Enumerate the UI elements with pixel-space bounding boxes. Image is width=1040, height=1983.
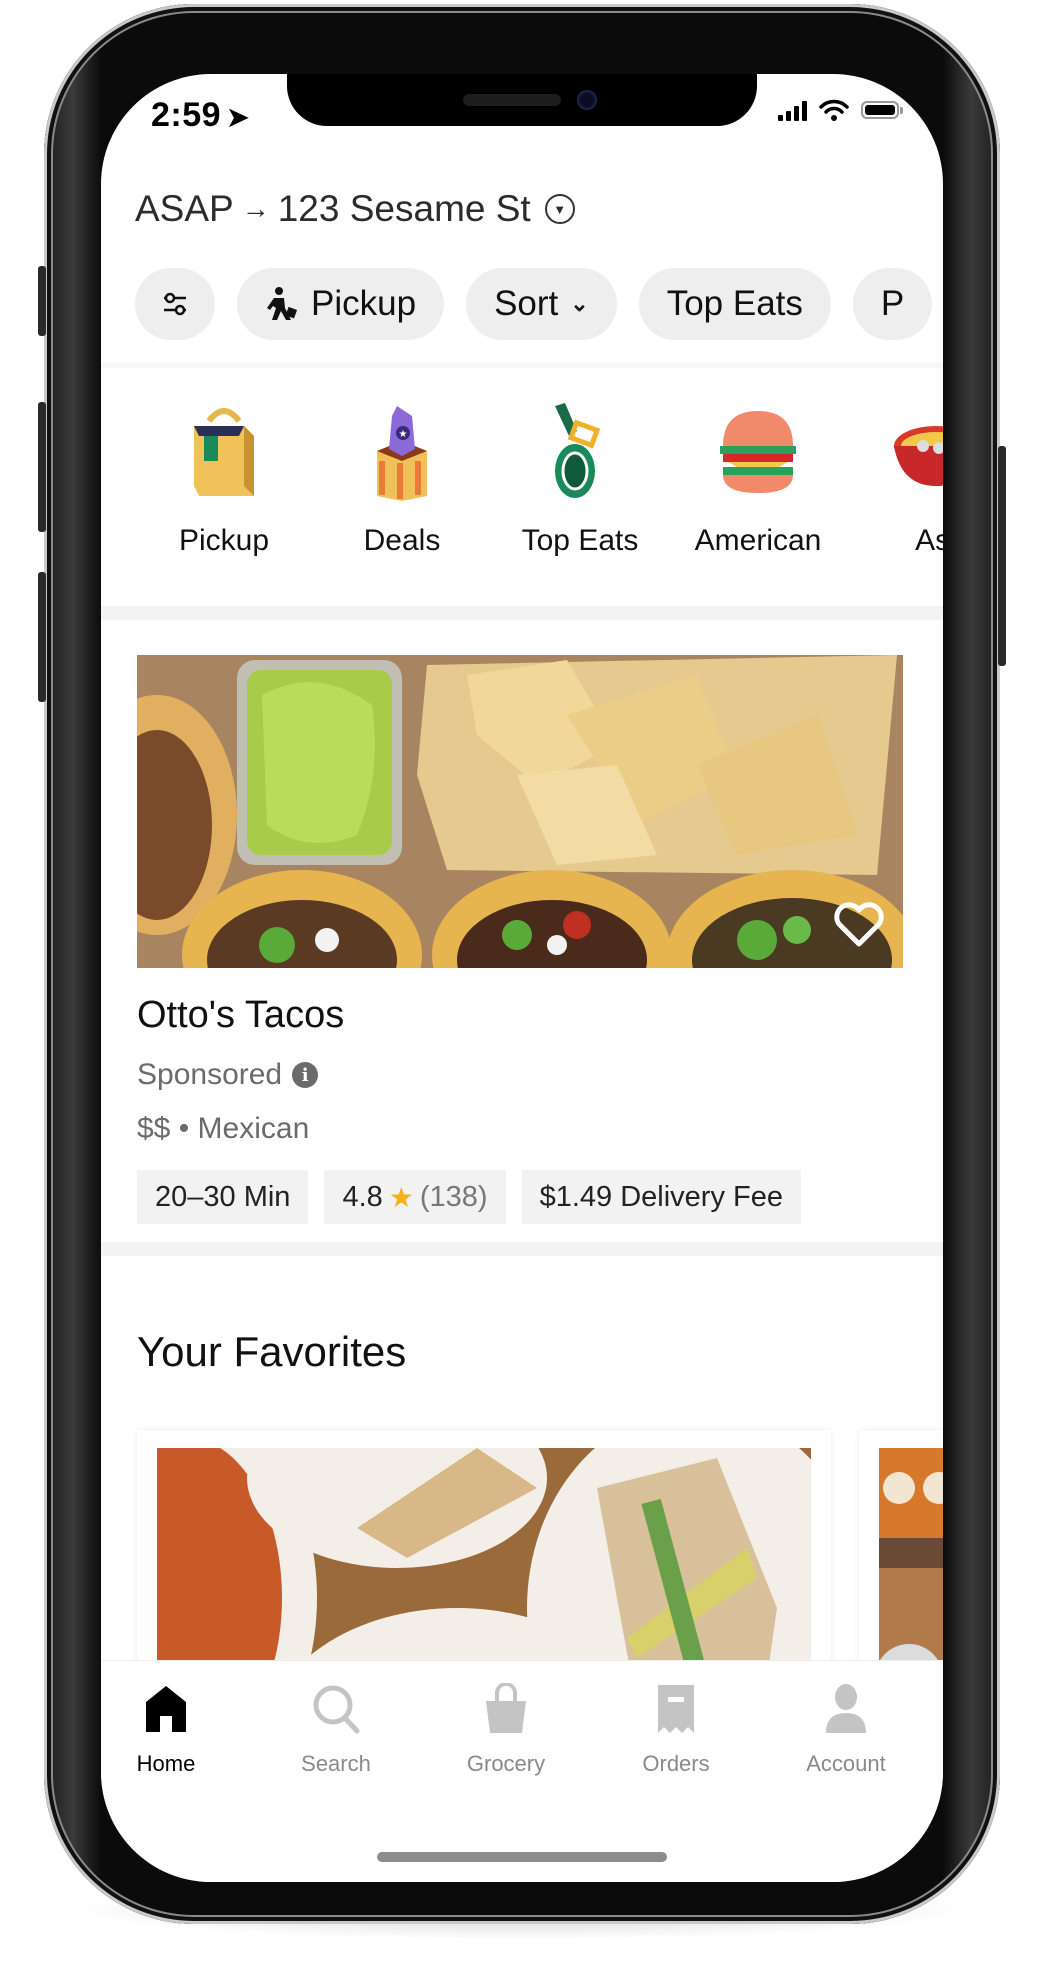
grocery-bag-icon xyxy=(476,1681,536,1737)
tab-orders[interactable]: Orders xyxy=(601,1681,751,1777)
tab-search[interactable]: Search xyxy=(261,1681,411,1777)
info-icon[interactable]: i xyxy=(292,1062,319,1088)
tab-label: Search xyxy=(301,1751,371,1776)
store-name[interactable]: Otto's Tacos xyxy=(137,994,344,1037)
filter-sliders-icon xyxy=(164,292,186,316)
category-row: Pickup ★ Deals Top Eats American As xyxy=(135,396,943,558)
search-icon xyxy=(306,1681,366,1737)
burger-icon xyxy=(703,396,813,506)
chevron-down-icon: ⌄ xyxy=(570,291,589,316)
pickup-chip-label: Pickup xyxy=(311,284,417,323)
address-label: 123 Sesame St xyxy=(277,188,531,229)
rating-value: 4.8 xyxy=(342,1180,383,1213)
noodle-bowl-icon xyxy=(881,396,943,506)
filter-chip-row: Pickup Sort ⌄ Top Eats P xyxy=(135,268,933,340)
sponsored-label: Sponsored i xyxy=(137,1058,319,1092)
star-icon: ★ xyxy=(388,1181,414,1213)
tab-grocery[interactable]: Grocery xyxy=(431,1681,581,1777)
partial-chip[interactable]: P xyxy=(852,268,933,340)
store-badges: 20–30 Min 4.8 ★ (138) $1.49 Delivery Fee xyxy=(137,1170,801,1224)
wifi-icon xyxy=(819,99,849,121)
battery-icon xyxy=(861,101,903,119)
price-cuisine: $$ • Mexican xyxy=(137,1112,310,1145)
category-pickup[interactable]: Pickup xyxy=(135,396,313,558)
delivery-time-label: ASAP xyxy=(135,188,234,229)
tab-label: Home xyxy=(136,1751,196,1776)
speaker xyxy=(463,94,561,106)
delivery-time-badge: 20–30 Min xyxy=(137,1170,309,1224)
delivery-time: 20–30 Min xyxy=(155,1180,291,1213)
category-deals[interactable]: ★ Deals xyxy=(313,396,491,558)
dropdown-circle-icon[interactable]: ▼ xyxy=(544,194,575,224)
bottom-tab-bar: Home Search Grocery Orders Account xyxy=(101,1660,943,1882)
app-screen: 2:59 ➤ ASAP → 123 Sesame St ▼ Pickup Sor… xyxy=(101,74,943,1882)
category-label: Pickup xyxy=(178,524,270,557)
rating-badge: 4.8 ★ (138) xyxy=(324,1170,506,1224)
cellular-signal-icon xyxy=(778,99,807,121)
top-eats-chip-label: Top Eats xyxy=(666,284,803,323)
arrow-icon: → xyxy=(241,193,270,224)
divider xyxy=(101,606,943,620)
notch xyxy=(287,74,757,126)
category-label: Top Eats xyxy=(521,524,639,557)
tab-label: Grocery xyxy=(466,1751,546,1776)
tab-label: Account xyxy=(806,1751,886,1776)
sort-chip[interactable]: Sort ⌄ xyxy=(466,268,617,340)
location-arrow-icon: ➤ xyxy=(227,102,250,132)
category-asian[interactable]: Asi xyxy=(847,396,943,558)
home-icon xyxy=(136,1681,196,1737)
power-button xyxy=(998,446,1006,666)
sponsored-text: Sponsored xyxy=(137,1058,283,1091)
shopping-bag-icon xyxy=(169,396,279,506)
category-label: American xyxy=(694,524,822,557)
silent-switch xyxy=(38,266,46,336)
category-label: Deals xyxy=(363,524,441,557)
category-american[interactable]: American xyxy=(669,396,847,558)
delivery-fee: $1.49 Delivery Fee xyxy=(539,1180,783,1213)
divider xyxy=(101,1242,943,1256)
home-indicator[interactable] xyxy=(377,1852,667,1862)
status-time: 2:59 ➤ xyxy=(151,96,249,135)
pickup-chip[interactable]: Pickup xyxy=(237,268,445,340)
tacos-photo xyxy=(137,655,903,968)
delivery-address-selector[interactable]: ASAP → 123 Sesame St ▼ xyxy=(135,188,575,230)
tab-account[interactable]: Account xyxy=(771,1681,921,1777)
top-eats-chip[interactable]: Top Eats xyxy=(638,268,831,340)
volume-up-button xyxy=(38,402,46,532)
divider xyxy=(101,362,943,368)
front-camera xyxy=(577,90,597,110)
filter-button[interactable] xyxy=(135,268,215,340)
category-label: Asi xyxy=(915,524,943,557)
featured-store-image[interactable] xyxy=(137,655,903,968)
tab-label: Orders xyxy=(642,1751,710,1776)
walking-person-icon xyxy=(267,287,298,320)
status-icons xyxy=(778,98,903,122)
clock: 2:59 xyxy=(151,96,222,134)
price-tag-icon: ★ xyxy=(347,396,457,506)
svg-text:★: ★ xyxy=(399,429,408,440)
section-title-favorites: Your Favorites xyxy=(137,1328,407,1375)
sort-chip-label: Sort xyxy=(494,284,559,323)
account-person-icon xyxy=(816,1681,876,1737)
rating-count: (138) xyxy=(419,1180,488,1213)
medal-icon xyxy=(525,396,635,506)
category-top-eats[interactable]: Top Eats xyxy=(491,396,669,558)
receipt-icon xyxy=(646,1681,706,1737)
delivery-fee-badge: $1.49 Delivery Fee xyxy=(521,1170,801,1224)
volume-down-button xyxy=(38,572,46,702)
tab-home[interactable]: Home xyxy=(101,1681,241,1777)
partial-chip-label: P xyxy=(880,284,905,323)
heart-outline-icon[interactable] xyxy=(833,900,885,948)
